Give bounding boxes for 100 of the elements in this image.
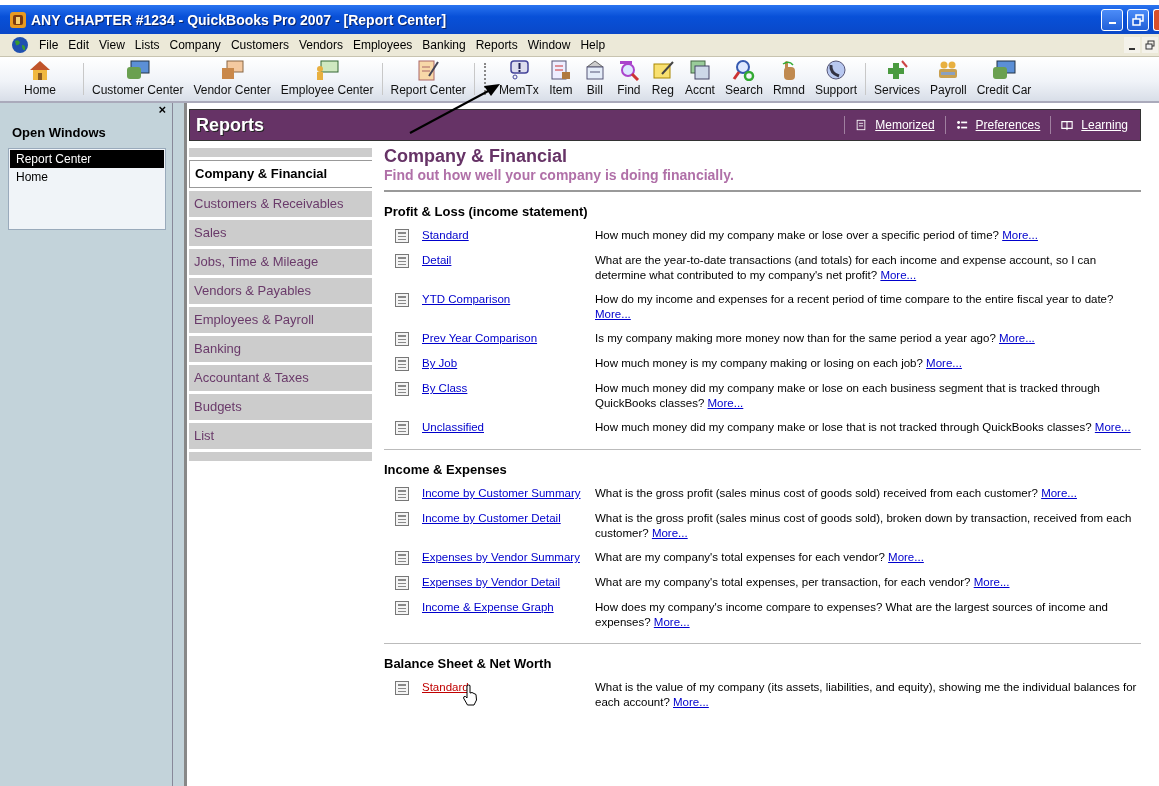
close-button[interactable]: ×	[158, 103, 166, 117]
report-link[interactable]: By Job	[422, 357, 458, 369]
close-button[interactable]	[1153, 8, 1159, 31]
menu-item[interactable]: View	[95, 38, 130, 52]
menu-item[interactable]: Help	[576, 38, 611, 52]
menu-item[interactable]: Edit	[64, 38, 95, 52]
minimize-button[interactable]	[1124, 37, 1140, 53]
menu-item[interactable]: Vendors	[294, 38, 348, 52]
category-tab[interactable]: Jobs, Time & Mileage	[189, 249, 372, 275]
toolbar-button[interactable]: Home	[0, 57, 80, 101]
list-icon	[955, 119, 968, 131]
toolbar-button[interactable]: Item	[543, 57, 578, 101]
more-link[interactable]: More...	[973, 576, 1010, 588]
toolbar-button[interactable]: Rmnd	[767, 57, 810, 101]
category-tab[interactable]: Company & Financial	[189, 160, 372, 188]
menu-item[interactable]: Company	[165, 38, 226, 52]
search-icon	[731, 59, 756, 81]
header-title: Reports	[196, 114, 264, 136]
window-list-item[interactable]: Report Center	[10, 150, 164, 168]
report-description: What is the gross profit (sales minus cost of goods sold), broken down by transaction, received from each customer? More...	[595, 511, 1133, 541]
category-tab[interactable]: Banking	[189, 336, 372, 362]
menu-item[interactable]: Banking	[418, 38, 471, 52]
toolbar-button[interactable]: Vendor Center	[188, 57, 276, 101]
report-icon	[394, 292, 410, 308]
menu-item[interactable]: Employees	[348, 38, 418, 52]
person-icon	[315, 59, 340, 81]
report-link[interactable]: Detail	[422, 254, 452, 266]
report-link[interactable]: YTD Comparison	[422, 293, 511, 305]
report-description: What is the gross profit (sales minus cost of goods sold) received from each customer? More...	[595, 486, 1078, 501]
report-link[interactable]: Standard	[422, 681, 469, 693]
header-link[interactable]: Learning	[1081, 118, 1128, 132]
header-link[interactable]: Memorized	[875, 118, 935, 132]
menu-item[interactable]: Reports	[471, 38, 523, 52]
report-link[interactable]: Unclassified	[422, 421, 484, 433]
more-link[interactable]: More...	[1094, 421, 1131, 433]
report-description: Is my company making more money now than for the same period a year ago? More...	[595, 331, 1036, 346]
category-tab[interactable]: Vendors & Payables	[189, 278, 372, 304]
more-link[interactable]: More...	[880, 269, 917, 281]
toolbar-button[interactable]: Report Center	[385, 57, 471, 101]
toolbar-button[interactable]: MemTx	[493, 57, 544, 101]
category-tab[interactable]: Budgets	[189, 394, 372, 420]
more-link[interactable]: More...	[653, 616, 690, 628]
toolbar-button[interactable]: Search	[719, 57, 768, 101]
book-icon	[1061, 119, 1074, 131]
report-link[interactable]: Income by Customer Detail	[422, 512, 561, 524]
toolbar-button[interactable]: Support	[809, 57, 862, 101]
report-description: What are my company's total expenses for each vendor? More...	[595, 550, 925, 565]
window-list-item[interactable]: Home	[10, 168, 164, 186]
more-link[interactable]: More...	[926, 357, 962, 369]
category-tab[interactable]: Sales	[189, 220, 372, 246]
report-link[interactable]: Income by Customer Summary	[422, 487, 581, 499]
section-title: Profit & Loss (income statement)	[384, 204, 589, 219]
report-description: How do my income and expenses for a recent period of time compare to the entire fiscal year to date? More...	[595, 292, 1115, 322]
toolbar-button[interactable]: Bill	[577, 57, 612, 101]
report-icon	[394, 228, 410, 244]
toolbar-button[interactable]: Find	[611, 57, 646, 101]
category-tab[interactable]: Employees & Payroll	[189, 307, 372, 333]
toolbar-button[interactable]: Credit Car	[971, 57, 1037, 101]
category-tab[interactable]: Customers & Receivables	[189, 191, 372, 217]
more-link[interactable]: More...	[673, 696, 709, 708]
card-icon	[125, 59, 150, 81]
minimize-button[interactable]	[1101, 8, 1123, 31]
toolbar-button[interactable]: Employee Center	[275, 57, 379, 101]
more-link[interactable]: More...	[888, 551, 924, 563]
menu-item[interactable]: File	[35, 38, 64, 52]
report-link[interactable]: Expenses by Vendor Detail	[422, 576, 561, 588]
toolbar-button[interactable]: Payroll	[925, 57, 972, 101]
panel-title: Open Windows	[11, 124, 107, 142]
more-link[interactable]: More...	[999, 332, 1035, 344]
more-link[interactable]: More...	[651, 527, 688, 539]
header-link[interactable]: Preferences	[975, 118, 1041, 132]
more-link[interactable]: More...	[1041, 487, 1077, 499]
category-tab[interactable]: Accountant & Taxes	[189, 365, 372, 391]
report-link[interactable]: Income & Expense Graph	[422, 601, 554, 613]
more-link[interactable]: More...	[707, 397, 744, 409]
notepad-icon	[416, 59, 441, 81]
report-link[interactable]: By Class	[422, 382, 468, 394]
report-icon	[394, 356, 410, 372]
report-link[interactable]: Prev Year Comparison	[422, 332, 538, 344]
restore-button[interactable]	[1142, 37, 1158, 53]
restore-icon	[1145, 40, 1155, 50]
more-link[interactable]: More...	[1002, 229, 1038, 241]
report-icon	[394, 600, 410, 616]
menu-item[interactable]: Window	[523, 38, 576, 52]
report-icon	[394, 381, 410, 397]
toolbar-button[interactable]: Customer Center	[87, 57, 189, 101]
report-link[interactable]: Standard	[422, 229, 469, 241]
more-link[interactable]: More...	[595, 308, 631, 320]
report-description: How much money did my company make or lose on each business segment that is tracked through QuickBooks classes? More...	[595, 381, 1101, 411]
restore-button[interactable]	[1127, 8, 1149, 31]
toolbar-button[interactable]: Accnt	[679, 57, 720, 101]
category-subheading: Find out how well your company is doing financially.	[384, 167, 1141, 192]
category-tab[interactable]: List	[189, 423, 372, 449]
toolbar-button[interactable]: Services	[868, 57, 925, 101]
menu-item[interactable]: Lists	[130, 38, 165, 52]
pencil-icon	[650, 59, 675, 81]
toolbar-button[interactable]: Reg	[645, 57, 680, 101]
report-icon	[394, 550, 410, 566]
menu-item[interactable]: Customers	[226, 38, 294, 52]
report-link[interactable]: Expenses by Vendor Summary	[422, 551, 580, 563]
